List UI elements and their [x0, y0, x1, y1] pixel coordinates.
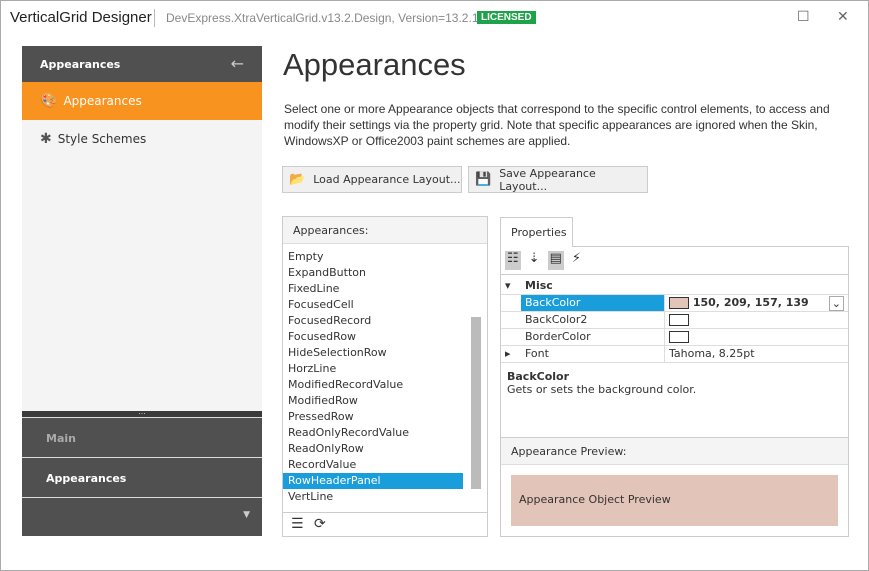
tab-properties[interactable]: Properties: [500, 217, 573, 247]
sidebar-header-label: Appearances: [40, 58, 121, 71]
list-item[interactable]: PressedRow: [283, 409, 463, 425]
list-item[interactable]: VertLine: [283, 489, 463, 505]
property-name: Font: [521, 346, 665, 362]
property-grid: ▾ Misc BackColor 150, 209, 157, 139 ⌄ BackC…: [501, 275, 848, 363]
save-icon: 💾: [475, 172, 492, 187]
list-item[interactable]: ReadOnlyRow: [283, 441, 463, 457]
collapse-icon[interactable]: ▾: [501, 278, 521, 294]
chevron-down-icon[interactable]: ▼: [243, 510, 250, 520]
description: Select one or more Appearance objects th…: [284, 102, 830, 148]
property-value[interactable]: Tahoma, 8.25pt: [665, 346, 848, 362]
button-label: Load Appearance Layout...: [313, 173, 461, 186]
maximize-button[interactable]: ☐: [797, 9, 810, 25]
back-arrow-icon[interactable]: ←: [231, 54, 244, 73]
list-item[interactable]: FixedLine: [283, 281, 463, 297]
group-main[interactable]: Main: [22, 417, 262, 457]
list-item[interactable]: HideSelectionRow: [283, 345, 463, 361]
sidebar: Appearances ← 🎨 Appearances ✱ Style Schemes…: [22, 46, 262, 536]
events-icon[interactable]: ⚡: [572, 251, 581, 270]
color-swatch: [669, 314, 689, 326]
appearances-panel: Appearances: Empty ExpandButton FixedLine F…: [282, 216, 488, 537]
property-value[interactable]: 150, 209, 157, 139 ⌄: [665, 295, 848, 311]
group-more[interactable]: ▼: [22, 497, 262, 536]
list-item[interactable]: RowHeaderPanel: [283, 473, 463, 489]
dropdown-icon[interactable]: ⌄: [828, 296, 844, 311]
color-swatch: [669, 331, 689, 343]
panel-header: Appearances:: [283, 217, 487, 244]
list-item[interactable]: FocusedRow: [283, 329, 463, 345]
sidebar-item-label: Style Schemes: [57, 132, 147, 146]
close-button[interactable]: ✕: [837, 9, 849, 25]
folder-icon: 📂: [289, 172, 306, 187]
property-row[interactable]: BorderColor: [501, 329, 848, 346]
list-toolbar: ☰ ⟳: [283, 512, 487, 536]
scrollbar[interactable]: [471, 255, 481, 507]
preview-section: Appearance Preview: Appearance Object Pr…: [501, 437, 848, 536]
property-name: BackColor2: [521, 312, 665, 328]
categorized-icon[interactable]: ☷: [505, 251, 521, 270]
palette-icon: 🎨: [40, 93, 58, 109]
desc-title: BackColor: [507, 370, 570, 383]
property-name: BackColor: [521, 295, 665, 311]
property-row[interactable]: ▸ Font Tahoma, 8.25pt: [501, 346, 848, 363]
list-item[interactable]: HorzLine: [283, 361, 463, 377]
style-icon: ✱: [40, 131, 52, 147]
list-icon[interactable]: ☰: [291, 516, 304, 532]
property-toolbar: ☷ ⇣ ▤ ⚡: [501, 247, 848, 275]
preview-header: Appearance Preview:: [501, 438, 848, 465]
list-item[interactable]: ModifiedRow: [283, 393, 463, 409]
license-badge: LICENSED: [477, 11, 536, 24]
sort-az-icon[interactable]: ⇣: [529, 251, 540, 270]
list-item[interactable]: FocusedCell: [283, 297, 463, 313]
list-item[interactable]: FocusedRecord: [283, 313, 463, 329]
list-item[interactable]: ExpandButton: [283, 265, 463, 281]
list-item[interactable]: ModifiedRecordValue: [283, 377, 463, 393]
description-pane: BackColor Gets or sets the background co…: [501, 366, 848, 400]
preview-area: Appearance Object Preview: [511, 475, 838, 526]
property-row[interactable]: BackColor 150, 209, 157, 139 ⌄: [501, 295, 848, 312]
sidebar-item-style-schemes[interactable]: ✱ Style Schemes: [22, 120, 262, 158]
sidebar-item-appearances[interactable]: 🎨 Appearances: [22, 82, 262, 120]
page-title: Appearances: [283, 47, 466, 82]
list-item[interactable]: Empty: [283, 249, 463, 265]
desc-text: Gets or sets the background color.: [507, 383, 697, 396]
list-item[interactable]: RecordValue: [283, 457, 463, 473]
version-text: DevExpress.XtraVerticalGrid.v13.2.Design…: [166, 11, 489, 25]
window-title: VerticalGrid Designer: [10, 9, 152, 26]
color-swatch: [669, 297, 689, 309]
save-layout-button[interactable]: 💾 Save Appearance Layout...: [468, 166, 648, 193]
property-pages-icon[interactable]: ▤: [547, 251, 564, 270]
group-appearances[interactable]: Appearances: [22, 457, 262, 497]
property-value[interactable]: [665, 329, 848, 345]
divider: [154, 9, 155, 27]
value-text: 150, 209, 157, 139: [692, 296, 809, 309]
property-value[interactable]: [665, 312, 848, 328]
property-row[interactable]: BackColor2: [501, 312, 848, 329]
appearances-list: Empty ExpandButton FixedLine FocusedCell Foc…: [283, 244, 487, 505]
property-name: BorderColor: [521, 329, 665, 345]
value-text: Tahoma, 8.25pt: [669, 347, 755, 360]
sidebar-item-label: Appearances: [63, 94, 142, 108]
category-label: Misc: [525, 279, 553, 292]
list-item[interactable]: ReadOnlyRecordValue: [283, 425, 463, 441]
load-layout-button[interactable]: 📂 Load Appearance Layout...: [282, 166, 462, 193]
expand-icon[interactable]: ▸: [501, 346, 521, 362]
refresh-icon[interactable]: ⟳: [314, 516, 326, 532]
properties-panel: ☷ ⇣ ▤ ⚡ ▾ Misc BackColor 150, 209, 157, 139 ⌄…: [500, 246, 849, 537]
button-label: Save Appearance Layout...: [499, 166, 596, 193]
sidebar-header: Appearances ←: [22, 46, 262, 82]
